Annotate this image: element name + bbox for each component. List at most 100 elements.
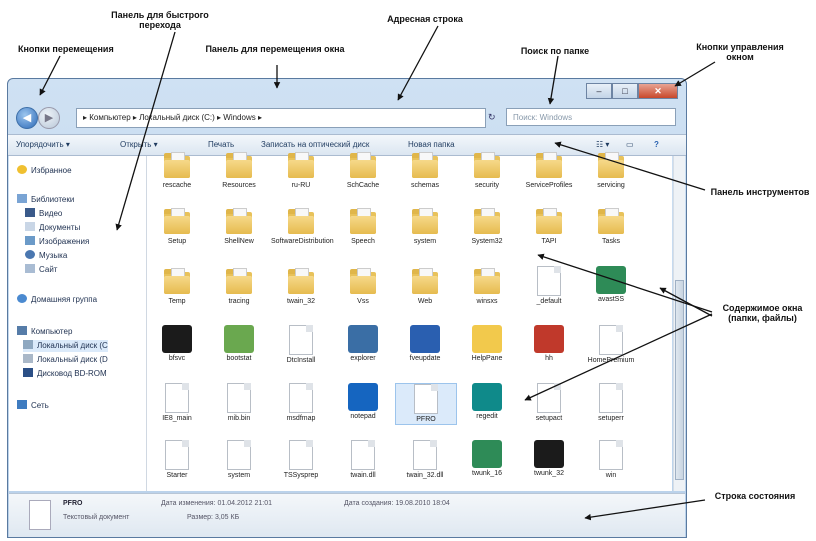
folder-item[interactable]: tracing — [209, 266, 269, 306]
annotation-move-pane: Панель для перемещения окна — [205, 44, 345, 54]
sidebar-item-favorites[interactable]: Избранное — [17, 165, 72, 177]
file-item[interactable]: bootstat — [209, 325, 269, 363]
folder-item[interactable]: SchCache — [333, 150, 393, 190]
organize-button[interactable]: Упорядочить ▾ — [16, 135, 70, 155]
document-icon — [599, 440, 623, 470]
folder-item[interactable]: System32 — [457, 206, 517, 246]
file-item[interactable]: hh — [519, 325, 579, 363]
sidebar-item-libraries[interactable]: Библиотеки — [17, 194, 74, 206]
sidebar-item-computer[interactable]: Компьютер — [17, 326, 72, 338]
sidebar-item-video[interactable]: Видео — [25, 208, 62, 220]
file-item[interactable]: HelpPane — [457, 325, 517, 363]
file-item[interactable]: bfsvc — [147, 325, 207, 363]
file-item[interactable]: notepad — [333, 383, 393, 421]
folder-icon — [534, 150, 564, 180]
folder-item[interactable]: Tasks — [581, 206, 641, 246]
address-path: ▸ Компьютер ▸ Локальный диск (C:) ▸ Wind… — [83, 113, 262, 122]
item-label: ru-RU — [291, 182, 311, 189]
file-item[interactable]: system — [209, 440, 269, 480]
item-label: twain_32.dll — [406, 472, 444, 479]
vertical-scrollbar[interactable] — [673, 156, 685, 491]
scrollbar-thumb[interactable] — [675, 280, 684, 480]
folder-icon — [410, 150, 440, 180]
application-icon — [348, 325, 378, 353]
file-item[interactable]: setuperr — [581, 383, 641, 423]
folder-item[interactable]: TAPI — [519, 206, 579, 246]
file-item[interactable]: explorer — [333, 325, 393, 363]
folder-item[interactable]: Web — [395, 266, 455, 306]
file-item[interactable]: TSSysprep — [271, 440, 331, 480]
file-item[interactable]: msdfmap — [271, 383, 331, 423]
file-item[interactable]: IE8_main — [147, 383, 207, 423]
file-item[interactable]: mib.bin — [209, 383, 269, 423]
folder-icon — [410, 206, 440, 236]
file-item[interactable]: _default — [519, 266, 579, 306]
folder-item[interactable]: ru-RU — [271, 150, 331, 190]
folder-item[interactable]: Vss — [333, 266, 393, 306]
maximize-button[interactable]: □ — [612, 83, 638, 99]
search-input[interactable]: Поиск: Windows — [506, 108, 676, 126]
file-list: rescache Resources ru-RU SchCache schemas sec… — [147, 152, 672, 491]
sidebar-item-label: Дисковод BD-ROM — [37, 369, 107, 378]
file-item[interactable]: twain.dll — [333, 440, 393, 480]
folder-icon — [534, 206, 564, 236]
close-button[interactable]: ✕ — [638, 83, 678, 99]
item-label: ServiceProfiles — [525, 182, 573, 189]
folder-icon — [348, 150, 378, 180]
folder-item[interactable]: servicing — [581, 150, 641, 190]
annotation-toolbar: Панель инструментов — [710, 187, 810, 197]
sidebar-item-images[interactable]: Изображения — [25, 236, 89, 248]
sidebar-item-site[interactable]: Сайт — [25, 264, 57, 276]
file-item[interactable]: avastSS — [581, 266, 641, 304]
file-item[interactable]: setupact — [519, 383, 579, 423]
item-label: security — [474, 182, 500, 189]
application-icon — [472, 325, 502, 353]
address-bar[interactable]: ▸ Компьютер ▸ Локальный диск (C:) ▸ Wind… — [76, 108, 486, 128]
images-icon — [25, 236, 35, 245]
folder-item[interactable]: rescache — [147, 150, 207, 190]
file-item[interactable]: fveupdate — [395, 325, 455, 363]
document-icon — [289, 325, 313, 355]
folder-item[interactable]: system — [395, 206, 455, 246]
forward-button[interactable]: ▶ — [38, 107, 60, 129]
folder-item[interactable]: ShellNew — [209, 206, 269, 246]
document-icon — [351, 440, 375, 470]
item-label: twain.dll — [350, 472, 376, 479]
file-item[interactable]: PFRO — [395, 383, 457, 425]
file-item[interactable]: twunk_16 — [457, 440, 517, 478]
file-item[interactable]: HomePremium — [581, 325, 641, 365]
folder-item[interactable]: winsxs — [457, 266, 517, 306]
sidebar-item-music[interactable]: Музыка — [25, 250, 67, 262]
back-button[interactable]: ◀ — [16, 107, 38, 129]
file-item[interactable]: regedit — [457, 383, 517, 421]
folder-item[interactable]: Setup — [147, 206, 207, 246]
folder-item[interactable]: schemas — [395, 150, 455, 190]
minimize-button[interactable]: – — [586, 83, 612, 99]
help-button[interactable]: ? — [654, 135, 659, 155]
file-item[interactable]: DtcInstall — [271, 325, 331, 365]
sidebar-item-homegroup[interactable]: Домашняя группа — [17, 294, 97, 306]
sidebar-item-disk-d[interactable]: Локальный диск (D — [23, 354, 108, 366]
item-label: system — [413, 238, 437, 245]
document-icon — [289, 440, 313, 470]
file-item[interactable]: twunk_32 — [519, 440, 579, 478]
sidebar-item-disk-c[interactable]: Локальный диск (C — [23, 340, 108, 352]
annotation-nav-buttons: Кнопки перемещения — [18, 44, 114, 54]
file-item[interactable]: win — [581, 440, 641, 480]
folder-icon — [162, 206, 192, 236]
file-item[interactable]: twain_32.dll — [395, 440, 455, 480]
sidebar-item-bd-rom[interactable]: Дисковод BD-ROM — [23, 368, 107, 380]
file-item[interactable]: Starter — [147, 440, 207, 480]
folder-item[interactable]: Temp — [147, 266, 207, 306]
folder-item[interactable]: twain_32 — [271, 266, 331, 306]
status-modified: Дата изменения: 01.04.2012 21:01 — [161, 500, 272, 507]
folder-item[interactable]: Resources — [209, 150, 269, 190]
folder-item[interactable]: security — [457, 150, 517, 190]
folder-item[interactable]: SoftwareDistribution — [271, 206, 334, 246]
item-label: twunk_32 — [534, 470, 564, 477]
folder-item[interactable]: ServiceProfiles — [519, 150, 579, 190]
folder-item[interactable]: Speech — [333, 206, 393, 246]
sidebar-item-documents[interactable]: Документы — [25, 222, 80, 234]
sidebar-item-network[interactable]: Сеть — [17, 400, 49, 412]
refresh-button[interactable]: ↻ — [488, 108, 502, 126]
